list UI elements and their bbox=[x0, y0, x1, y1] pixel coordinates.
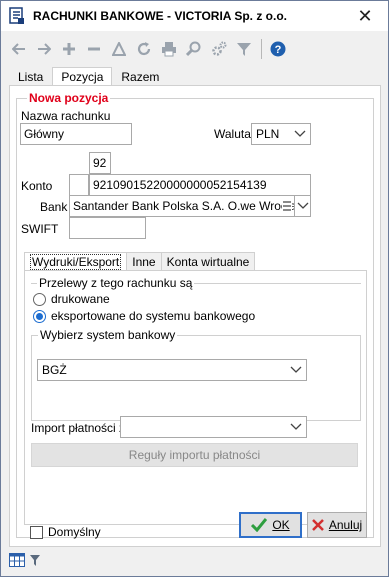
radio-printed-label: drukowane bbox=[51, 292, 110, 306]
refresh-icon bbox=[137, 42, 151, 56]
chevron-down-icon bbox=[297, 202, 309, 209]
radio-exported-indicator bbox=[33, 309, 46, 323]
default-checkbox-box bbox=[30, 525, 43, 539]
bank-accounts-window: RACHUNKI BANKOWE - VICTORIA Sp. z o.o. ✕ bbox=[0, 0, 389, 577]
chevron-down-icon bbox=[294, 130, 306, 137]
status-bar bbox=[9, 550, 41, 570]
chevron-down-icon bbox=[290, 423, 302, 430]
group-title: Nowa pozycja bbox=[27, 91, 111, 105]
printer-icon bbox=[162, 42, 176, 57]
main-tabs: Lista Pozycja Razem bbox=[9, 67, 169, 86]
radio-printed-indicator bbox=[33, 292, 46, 306]
cancel-label: Anuluj bbox=[328, 518, 363, 532]
bank-field[interactable]: Santander Bank Polska S.A. O.we Wrocławi… bbox=[69, 195, 295, 217]
radio-exported-label: eksportowane do systemu bankowego bbox=[51, 309, 256, 323]
chevron-down-icon bbox=[290, 366, 302, 373]
cancel-button[interactable]: Anuluj bbox=[307, 512, 367, 538]
account-check-digits-field[interactable]: 92 bbox=[89, 152, 111, 174]
currency-value: PLN bbox=[256, 127, 280, 141]
search-button[interactable] bbox=[182, 38, 206, 60]
default-checkbox-row[interactable]: Domyślny bbox=[30, 525, 101, 539]
account-name-field[interactable]: Główny bbox=[20, 123, 132, 145]
bank-system-select[interactable]: BGŻ bbox=[37, 359, 307, 381]
swift-label: SWIFT bbox=[21, 222, 59, 236]
import-select[interactable] bbox=[120, 416, 307, 438]
bank-list-button[interactable] bbox=[282, 199, 292, 213]
toolbar-separator bbox=[261, 39, 262, 59]
filter-icon bbox=[237, 43, 251, 56]
radio-exported[interactable]: eksportowane do systemu bankowego bbox=[33, 309, 255, 323]
tab-inne[interactable]: Inne bbox=[126, 252, 162, 271]
account-number-field[interactable]: 92109015220000000052154139 bbox=[89, 174, 311, 196]
checkmark-icon bbox=[251, 518, 268, 532]
grid-icon[interactable] bbox=[9, 553, 25, 567]
window-title: RACHUNKI BANKOWE - VICTORIA Sp. z o.o. bbox=[33, 9, 287, 23]
account-label: Konto bbox=[21, 179, 53, 193]
account-name-label: Nazwa rachunku bbox=[21, 109, 111, 123]
transfers-legend: Przelewy z tego rachunku są bbox=[37, 276, 195, 290]
svg-text:?: ? bbox=[275, 44, 282, 56]
x-icon bbox=[311, 519, 324, 531]
settings-button[interactable] bbox=[207, 38, 231, 60]
print-button[interactable] bbox=[157, 38, 181, 60]
close-button[interactable]: ✕ bbox=[342, 1, 388, 31]
close-icon: ✕ bbox=[357, 5, 373, 26]
zoom-icon bbox=[186, 41, 201, 57]
radio-printed[interactable]: drukowane bbox=[33, 292, 110, 306]
triangle-icon bbox=[112, 42, 126, 56]
new-item-group: Nowa pozycja Nazwa rachunku Główny Walut… bbox=[16, 91, 374, 538]
tab-konta-wirtualne[interactable]: Konta wirtualne bbox=[160, 252, 256, 271]
toolbar: ? bbox=[1, 35, 388, 63]
arrow-right-icon bbox=[38, 43, 51, 55]
bank-dropdown-button[interactable] bbox=[294, 195, 311, 217]
back-button[interactable] bbox=[7, 38, 31, 60]
bank-system-group: Wybierz system bankowy BGŻ bbox=[31, 328, 361, 421]
title-bar: RACHUNKI BANKOWE - VICTORIA Sp. z o.o. ✕ bbox=[1, 1, 388, 31]
bank-system-value: BGŻ bbox=[42, 363, 67, 377]
arrow-left-icon bbox=[12, 43, 25, 55]
tab-wydruki-eksport[interactable]: Wydruki/Eksport bbox=[24, 252, 128, 271]
transfers-group: Przelewy z tego rachunku są drukowane ek… bbox=[31, 276, 361, 323]
import-label: Import płatności z bbox=[31, 421, 126, 435]
filter-icon[interactable] bbox=[29, 554, 41, 567]
settings-gear-icon bbox=[212, 41, 227, 56]
account-country-field[interactable] bbox=[69, 174, 89, 196]
help-button[interactable]: ? bbox=[266, 38, 290, 60]
add-button[interactable] bbox=[57, 38, 81, 60]
inner-tab-panel: Przelewy z tego rachunku są drukowane ek… bbox=[24, 270, 367, 525]
document-list-icon bbox=[9, 7, 24, 24]
remove-button[interactable] bbox=[82, 38, 106, 60]
inner-tabs: Wydruki/Eksport Inne Konta wirtualne bbox=[24, 252, 256, 271]
ok-button[interactable]: OK bbox=[239, 512, 302, 538]
tab-panel: Nowa pozycja Nazwa rachunku Główny Walut… bbox=[9, 85, 381, 547]
minus-icon bbox=[88, 47, 100, 51]
forward-button[interactable] bbox=[32, 38, 56, 60]
plus-icon bbox=[63, 43, 75, 55]
refresh-button[interactable] bbox=[132, 38, 156, 60]
filter-button[interactable] bbox=[232, 38, 256, 60]
currency-select[interactable]: PLN bbox=[251, 123, 311, 145]
ok-label: OK bbox=[272, 518, 290, 532]
edit-button[interactable] bbox=[107, 38, 131, 60]
list-icon bbox=[283, 201, 291, 211]
help-icon: ? bbox=[270, 41, 286, 57]
currency-label: Waluta bbox=[214, 127, 251, 141]
tab-wydruki-eksport-label: Wydruki/Eksport bbox=[30, 254, 122, 270]
bank-label: Bank bbox=[40, 200, 68, 214]
swift-field[interactable] bbox=[69, 217, 146, 239]
import-rules-button[interactable]: Reguły importu płatności bbox=[31, 443, 358, 467]
default-checkbox-label: Domyślny bbox=[48, 525, 101, 539]
tab-pozycja[interactable]: Pozycja bbox=[52, 67, 113, 86]
tab-lista[interactable]: Lista bbox=[9, 67, 53, 86]
tab-razem[interactable]: Razem bbox=[112, 67, 169, 86]
bank-system-legend: Wybierz system bankowy bbox=[38, 328, 178, 342]
